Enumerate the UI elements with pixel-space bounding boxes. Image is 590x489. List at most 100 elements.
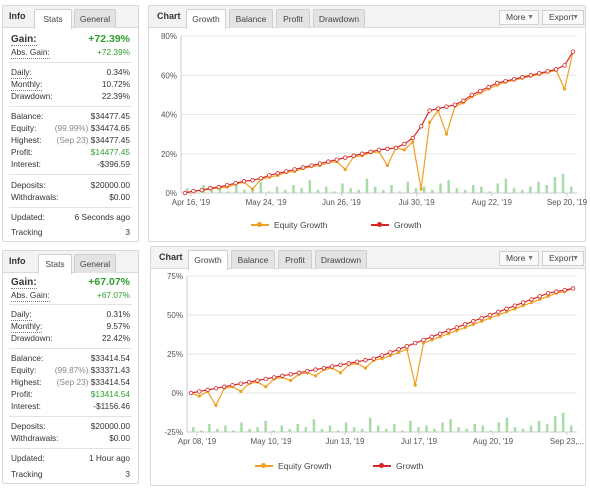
divider (9, 348, 132, 349)
export-button[interactable]: Export ▼ (542, 251, 584, 266)
volume-bar (390, 185, 393, 193)
volume-bar (284, 189, 287, 193)
volume-bar (324, 186, 328, 193)
data-point (446, 332, 451, 336)
legend-swatch-growth (371, 222, 389, 227)
tab-balance[interactable]: Balance (229, 9, 273, 28)
volume-bar (248, 428, 251, 432)
more-button[interactable]: More ▼ (499, 10, 539, 25)
more-button[interactable]: More ▼ (499, 251, 539, 266)
data-point (471, 319, 476, 324)
x-tick-label: Apr 16, '19 (172, 198, 211, 207)
x-tick-label: May 24, '19 (246, 198, 288, 207)
tab-growth[interactable]: Growth (186, 9, 226, 29)
legend-swatch-equity (251, 222, 269, 227)
abs-gain-row: Abs. Gain: +67.07% (11, 290, 130, 302)
data-point (321, 365, 327, 371)
data-point (264, 385, 268, 389)
volume-bar (520, 189, 524, 193)
volume-bar (570, 425, 573, 432)
profit-row: Profit: $14477.45 (11, 147, 130, 157)
volume-bar (537, 420, 541, 432)
legend-growth[interactable]: Growth (371, 219, 451, 231)
data-point (528, 73, 534, 78)
volume-bar (349, 188, 352, 193)
y-tick-label: -25% (164, 428, 183, 437)
volume-bar (192, 427, 195, 432)
data-point (461, 98, 466, 103)
data-point (288, 372, 293, 377)
volume-bar (336, 430, 340, 432)
data-point (455, 328, 459, 333)
volume-bar (226, 191, 230, 193)
data-point (224, 182, 230, 188)
data-point (275, 171, 280, 176)
data-point (570, 49, 576, 54)
volume-bar (414, 188, 418, 193)
data-point (520, 300, 526, 305)
tab-drawdown[interactable]: Drawdown (313, 9, 365, 28)
volume-bar (373, 186, 377, 193)
data-point (478, 88, 483, 94)
tracking-row: Tracking 3 (11, 469, 130, 479)
info-title: Info (9, 11, 26, 21)
tab-profit[interactable]: Profit (276, 9, 310, 28)
data-point (463, 325, 467, 330)
tab-general[interactable]: General (74, 254, 116, 273)
data-point (486, 84, 491, 90)
volume-bar (553, 416, 557, 432)
data-point (413, 383, 417, 387)
volume-bar (385, 428, 388, 432)
daily-row: Daily: 0.34% (11, 67, 130, 79)
data-point (197, 394, 201, 398)
data-point (388, 350, 393, 355)
tab-profit[interactable]: Profit (278, 250, 312, 269)
data-point (338, 362, 343, 368)
data-point (488, 316, 492, 320)
legend-growth[interactable]: Growth (373, 460, 453, 472)
y-tick-label: 50% (167, 311, 183, 320)
data-point (313, 367, 318, 372)
updated-row: Updated: 6 Seconds ago (11, 212, 130, 222)
data-point (280, 373, 285, 379)
x-tick-label: Jun 26, '19 (322, 198, 361, 207)
volume-bar (280, 425, 283, 432)
deposits-row: Deposits: $20000.00 (11, 180, 130, 190)
data-point (429, 334, 435, 340)
tab-stats[interactable]: Stats (34, 9, 72, 29)
abs-gain-row: Abs. Gain: +72.39% (11, 47, 130, 59)
tab-growth[interactable]: Growth (188, 250, 228, 270)
data-point (238, 381, 244, 386)
data-point (404, 343, 410, 349)
legend-equity[interactable]: Equity Growth (251, 219, 351, 231)
withdrawals-row: Withdrawals: $0.00 (11, 192, 130, 202)
legend-equity[interactable]: Equity Growth (255, 460, 355, 472)
data-point (487, 312, 493, 318)
data-point (438, 335, 442, 339)
tab-general[interactable]: General (74, 9, 116, 28)
data-point (529, 300, 534, 305)
volume-bar (447, 180, 450, 193)
volume-bar (240, 422, 243, 432)
data-point (437, 331, 443, 336)
volume-bar (489, 430, 493, 432)
y-tick-label: 60% (161, 71, 177, 80)
y-tick-label: 75% (167, 272, 183, 281)
volume-bar (382, 189, 385, 193)
x-tick-label: Jul 17, '19 (401, 437, 438, 446)
chart-panel-top: Chart Growth Balance Profit Drawdown Mor… (148, 5, 588, 242)
data-point (553, 67, 559, 72)
tab-drawdown[interactable]: Drawdown (315, 250, 367, 269)
volume-bar (243, 189, 246, 193)
data-point (397, 350, 401, 355)
tab-stats[interactable]: Stats (38, 254, 72, 274)
volume-bar (449, 419, 452, 432)
interest-row: Interest: -$396.59 (11, 159, 130, 169)
data-point (363, 358, 368, 363)
data-point (411, 140, 415, 144)
divider (9, 174, 132, 175)
data-point (359, 151, 365, 156)
tab-balance[interactable]: Balance (231, 250, 275, 269)
export-button[interactable]: Export ▼ (542, 10, 584, 25)
volume-bar (344, 422, 348, 432)
